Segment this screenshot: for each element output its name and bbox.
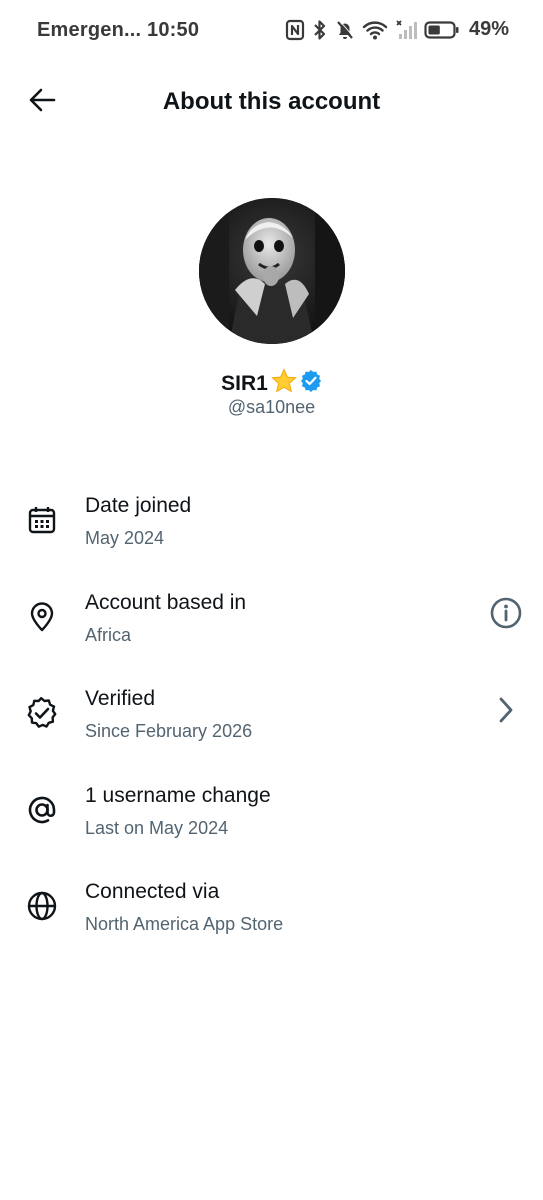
- list-item-date-joined: Date joined May 2024: [0, 476, 543, 573]
- calendar-icon: [24, 502, 60, 538]
- page-title: About this account: [162, 88, 381, 115]
- mute-icon: [335, 19, 355, 41]
- chevron-right-icon: [495, 695, 517, 730]
- handle: @sa10nee: [227, 397, 316, 417]
- info-icon: [489, 596, 523, 635]
- row-subtitle: North America App Store: [85, 914, 284, 934]
- row-title: 1 username change: [85, 783, 271, 807]
- row-subtitle: Last on May 2024: [85, 817, 229, 838]
- verified-details-button[interactable]: [487, 693, 525, 731]
- list-item-account-based-in: Account based in Africa: [0, 573, 543, 670]
- bluetooth-icon: [312, 19, 328, 41]
- battery-percent: 49%: [468, 18, 509, 40]
- row-subtitle: May 2024: [85, 528, 165, 548]
- row-subtitle: Since February 2026: [85, 721, 253, 741]
- status-icons: 49%: [285, 18, 509, 41]
- row-title: Verified: [85, 687, 156, 710]
- avatar[interactable]: [199, 198, 345, 344]
- clock: 10:50: [147, 19, 200, 41]
- at-sign-icon: [24, 792, 60, 828]
- verified-badge-icon[interactable]: [300, 370, 322, 397]
- display-name-row: SIR1: [0, 368, 543, 399]
- row-title: Date joined: [85, 494, 192, 517]
- header: About this account: [0, 70, 543, 134]
- signal-icon: [395, 19, 417, 41]
- verified-outline-icon: [24, 695, 60, 731]
- avatar-image: [199, 198, 345, 344]
- display-name: SIR1: [221, 371, 268, 395]
- list-item-connected-via: Connected via North America App Store: [0, 862, 543, 959]
- wifi-icon: [362, 19, 388, 41]
- status-left: Emergen... 10:50: [37, 19, 199, 42]
- row-title: Account based in: [85, 590, 247, 614]
- row-title: Connected via: [85, 880, 220, 903]
- info-list: Date joined May 2024 Account based in Af…: [0, 476, 543, 959]
- globe-icon: [24, 888, 60, 924]
- battery-icon: [424, 19, 460, 41]
- nfc-icon: [285, 19, 305, 41]
- list-item-username-change: 1 username change Last on May 2024: [0, 766, 543, 863]
- location-pin-icon: [24, 599, 60, 635]
- carrier-label: Emergen...: [37, 19, 142, 41]
- status-bar: Emergen... 10:50 49%: [0, 0, 543, 64]
- star-icon: [271, 368, 297, 399]
- row-subtitle: Africa: [85, 624, 132, 645]
- info-button[interactable]: [487, 597, 525, 635]
- list-item-verified[interactable]: Verified Since February 2026: [0, 669, 543, 766]
